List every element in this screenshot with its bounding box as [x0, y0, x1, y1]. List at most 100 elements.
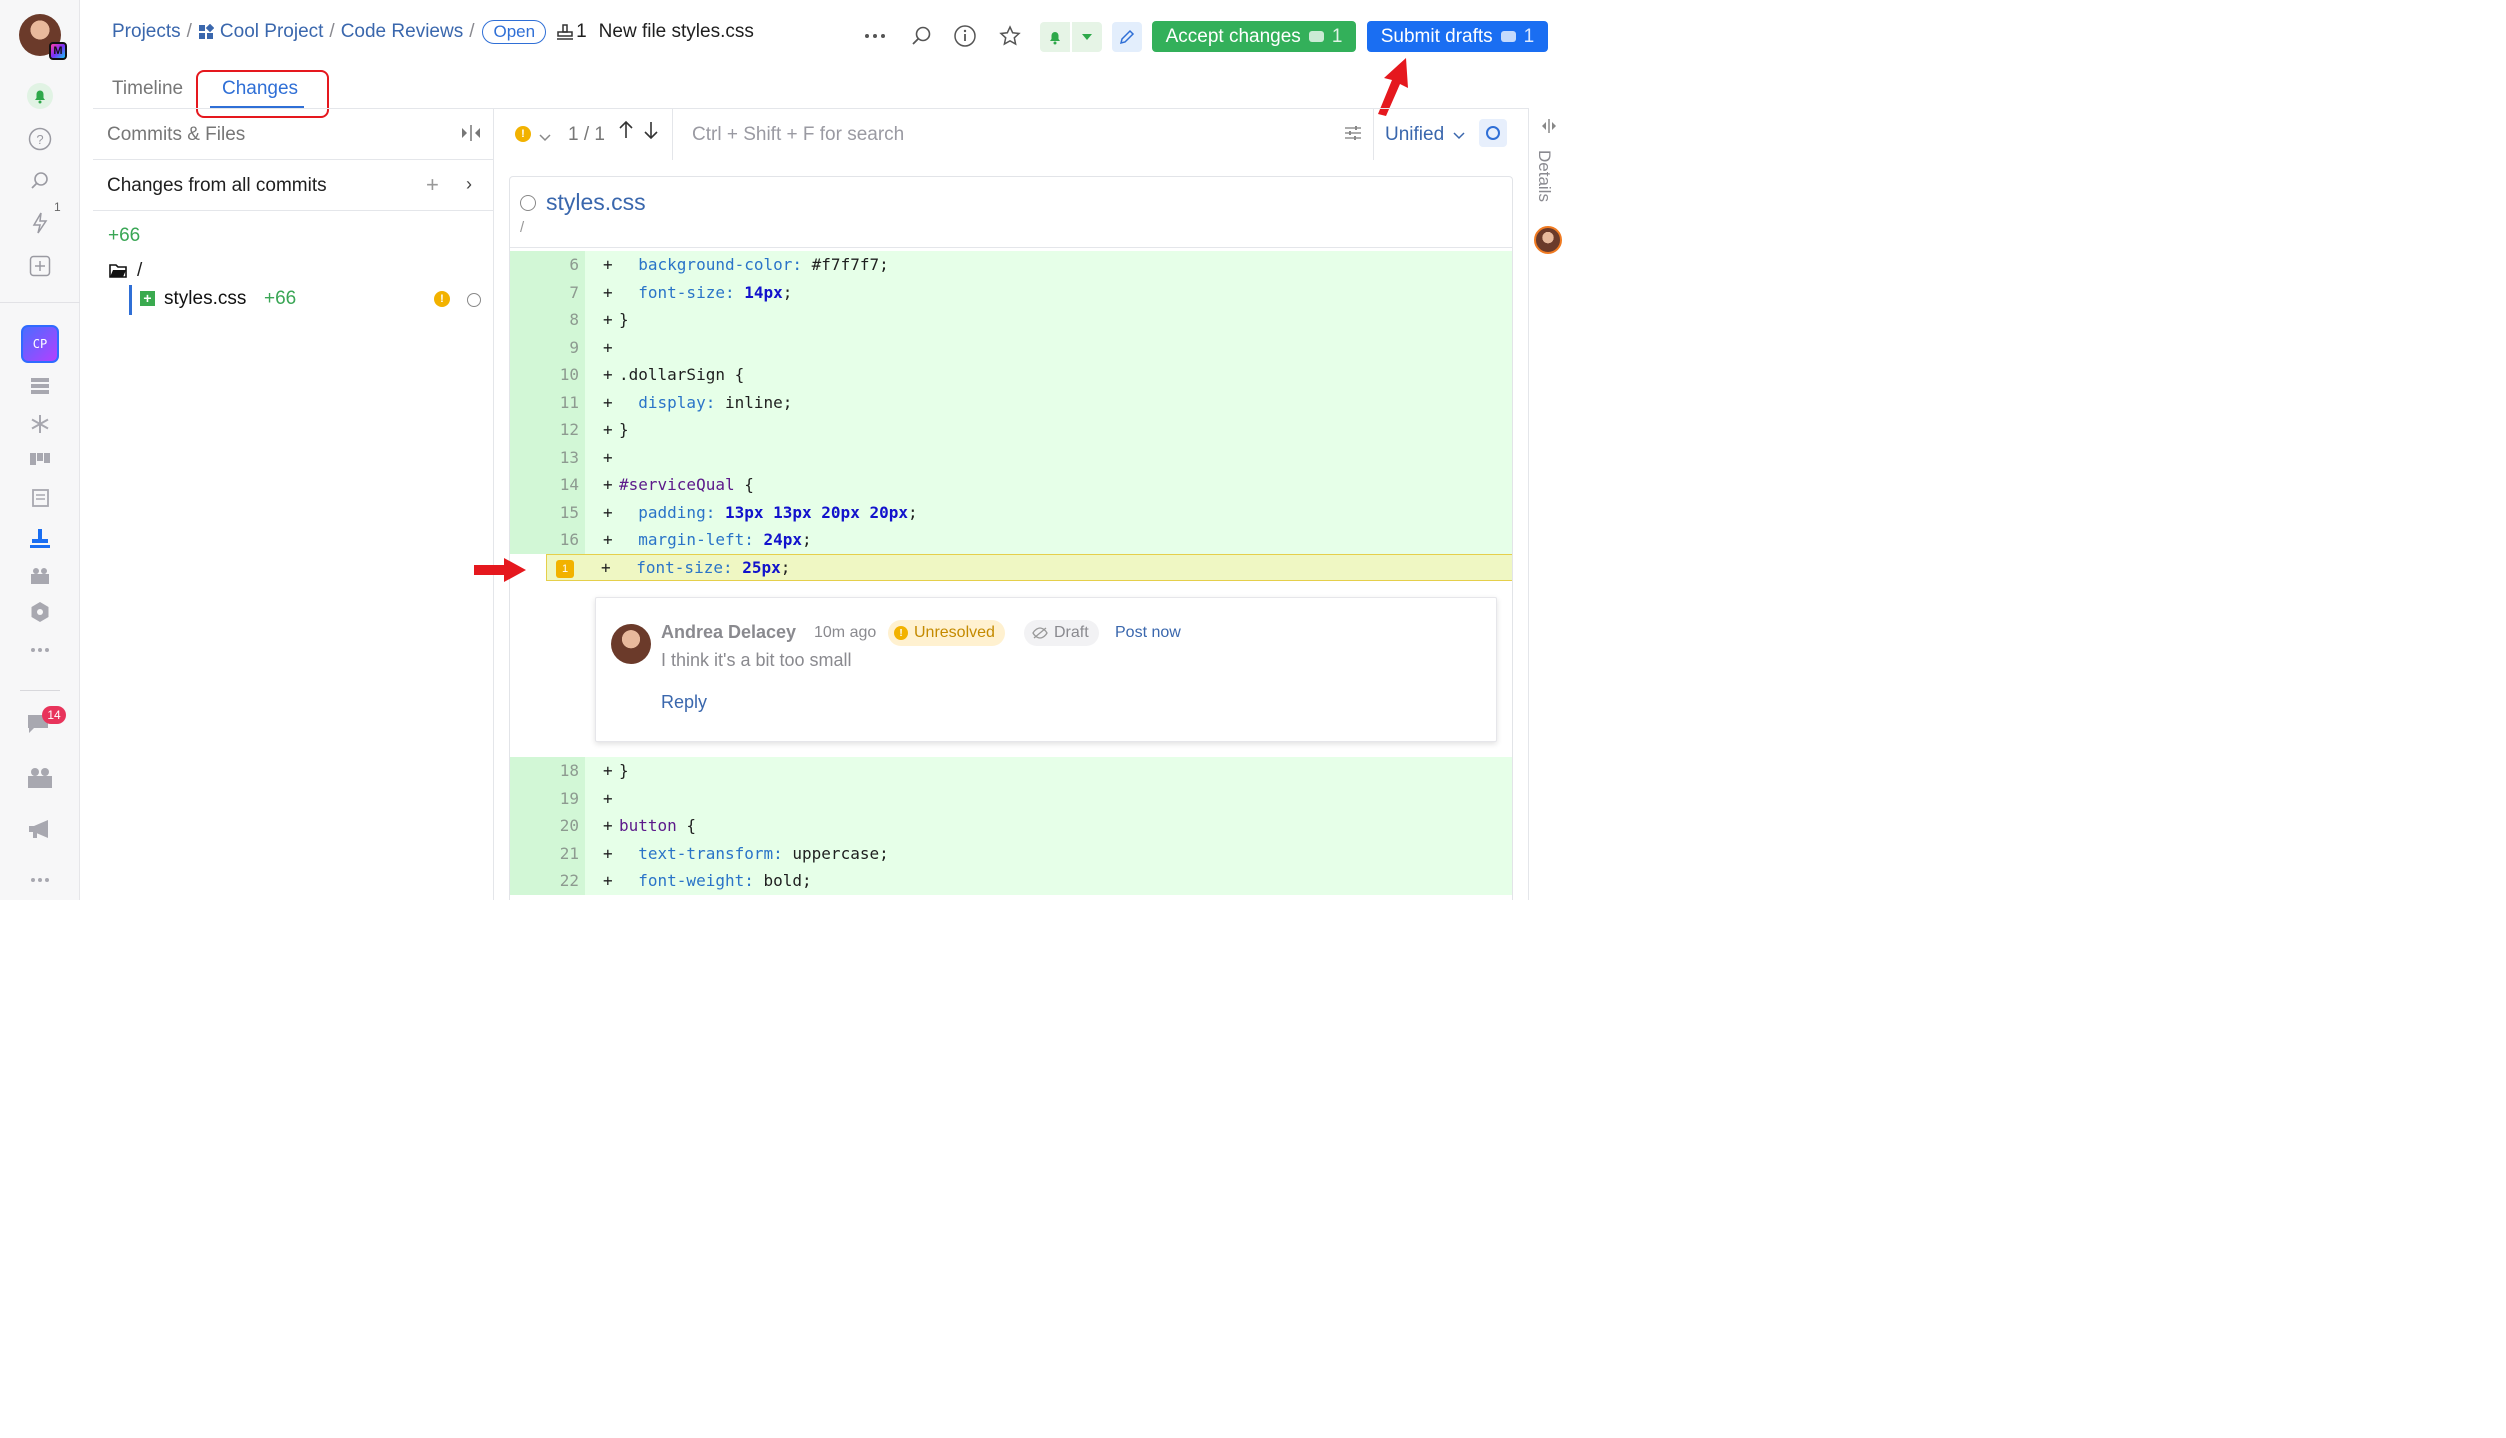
diff-line[interactable]: 9 + [510, 333, 1512, 361]
lightning-icon[interactable] [26, 209, 54, 237]
review-status-pill[interactable]: Open [482, 20, 547, 44]
project-tile[interactable]: CP [21, 325, 59, 363]
board-icon[interactable] [26, 446, 54, 474]
submit-drafts-button[interactable]: Submit drafts 1 [1367, 21, 1548, 52]
star-icon[interactable] [996, 22, 1024, 50]
diff-line[interactable]: 13 + [510, 443, 1512, 471]
panel-divider [493, 108, 494, 900]
diff-plus: + [603, 310, 613, 330]
diff-line[interactable]: 15 + padding: 13px 13px 20px 20px; [510, 498, 1512, 526]
notifications-icon[interactable] [26, 82, 54, 110]
reply-link[interactable]: Reply [661, 692, 707, 713]
arrow-down-icon[interactable] [643, 120, 659, 146]
file-tree-name: styles.css [164, 288, 247, 309]
changes-from-all-commits[interactable]: Changes from all commits [107, 175, 327, 197]
details-toggle-icon[interactable] [1540, 118, 1558, 139]
diff-line[interactable]: 19 + [510, 784, 1512, 812]
people-icon[interactable] [26, 764, 54, 792]
line-number: 18 [510, 757, 585, 785]
toolbar-divider [672, 108, 673, 160]
line-number: 12 [510, 416, 585, 444]
diff-line[interactable]: 21 + text-transform: uppercase; [510, 839, 1512, 867]
help-icon[interactable]: ? [26, 125, 54, 153]
diff-code-text: #serviceQual { [619, 475, 754, 495]
diff-plus: + [603, 502, 613, 522]
folder-row[interactable]: / [109, 260, 142, 282]
more-icon[interactable] [26, 636, 54, 664]
file-tree-item[interactable]: + styles.css +66 ! [129, 285, 484, 315]
comment-icon [1308, 31, 1324, 42]
diff-line[interactable]: 10 + .dollarSign { [510, 361, 1512, 389]
search-icon[interactable] [26, 167, 54, 195]
breadcrumb-projects[interactable]: Projects [112, 21, 181, 43]
review-title-text: New file styles.css [598, 21, 754, 42]
file-card-name[interactable]: styles.css [546, 189, 646, 216]
diff-line[interactable]: 18 +} [510, 757, 1512, 785]
unread-ring-icon[interactable] [467, 293, 481, 307]
chevron-down-icon[interactable] [1072, 22, 1102, 52]
view-mode-label: Unified [1385, 124, 1445, 145]
diff-line[interactable]: 6 + background-color: #f7f7f7; [510, 251, 1512, 279]
add-icon[interactable]: + [426, 172, 439, 198]
bell-icon[interactable] [1040, 22, 1070, 52]
post-now-link[interactable]: Post now [1115, 624, 1181, 642]
diff-line[interactable]: 20 + button { [510, 812, 1512, 840]
code-review-icon[interactable] [26, 524, 54, 552]
divider [93, 210, 493, 211]
breadcrumb-separator: / [469, 21, 475, 42]
breadcrumb-code-reviews[interactable]: Code Reviews [341, 21, 464, 43]
added-file-icon: + [140, 291, 155, 306]
chats-count-badge: 14 [42, 706, 66, 724]
diff-line[interactable]: 14 + #serviceQual { [510, 471, 1512, 499]
diff-line[interactable]: 11 + display: inline; [510, 388, 1512, 416]
documents-icon[interactable] [26, 484, 54, 512]
new-item-icon[interactable] [26, 252, 54, 280]
diff-line[interactable]: 22 + font-weight: bold; [510, 867, 1512, 895]
diff-line[interactable]: 7 + font-size: 14px; [510, 278, 1512, 306]
diff-search-input[interactable]: Ctrl + Shift + F for search [692, 124, 904, 146]
list-icon[interactable] [26, 372, 54, 400]
diff-line-highlighted[interactable]: 1 + font-size: 25px; [546, 554, 1512, 581]
team-icon[interactable] [26, 562, 54, 590]
participant-avatar[interactable] [1534, 226, 1562, 254]
target-icon [1486, 126, 1500, 140]
warning-filter-icon[interactable]: ! [515, 126, 531, 142]
view-options-button[interactable] [1479, 119, 1507, 147]
megaphone-icon[interactable] [26, 815, 54, 843]
collapse-panel-icon[interactable] [460, 124, 482, 147]
view-mode-dropdown[interactable]: Unified [1385, 124, 1465, 146]
breadcrumb-project[interactable]: Cool Project [220, 21, 324, 43]
diff-line[interactable]: 16 + margin-left: 24px; [510, 526, 1512, 554]
comment-count-badge[interactable]: 1 [556, 560, 574, 578]
search-icon[interactable] [907, 22, 935, 50]
unresolved-badge[interactable]: ! Unresolved [888, 620, 1005, 646]
chevron-down-icon[interactable] [539, 129, 551, 147]
review-number: 1 [576, 21, 587, 42]
info-icon[interactable] [951, 22, 979, 50]
pencil-icon [1119, 29, 1135, 45]
discussion-nav-count: 1 / 1 [568, 124, 605, 145]
asterisk-icon[interactable] [26, 410, 54, 438]
comment-author-avatar[interactable] [611, 624, 651, 664]
user-avatar[interactable]: M [19, 14, 67, 60]
tab-timeline[interactable]: Timeline [112, 78, 183, 100]
comment-author[interactable]: Andrea Delacey [661, 622, 796, 643]
divider [510, 247, 1512, 248]
chevron-right-icon[interactable]: › [466, 174, 472, 195]
diff-plus: + [603, 871, 613, 891]
diff-line-highlighted-wrap: 1 + font-size: 25px; [510, 554, 1512, 581]
arrow-up-icon[interactable] [618, 120, 634, 146]
unread-ring-icon[interactable] [520, 195, 536, 211]
comment-time: 10m ago [814, 624, 877, 641]
more-options-icon[interactable] [861, 22, 889, 50]
details-label[interactable]: Details [1534, 150, 1554, 202]
accept-changes-button[interactable]: Accept changes 1 [1152, 21, 1356, 52]
diff-settings-icon[interactable] [1344, 124, 1362, 147]
diff-code-text: .dollarSign { [619, 365, 745, 385]
more-bottom-icon[interactable] [26, 866, 54, 894]
line-number: 6 [510, 251, 585, 279]
diff-line[interactable]: 8 +} [510, 306, 1512, 334]
diff-line[interactable]: 12 +} [510, 416, 1512, 444]
edit-button[interactable] [1112, 22, 1142, 52]
package-icon[interactable] [26, 598, 54, 626]
